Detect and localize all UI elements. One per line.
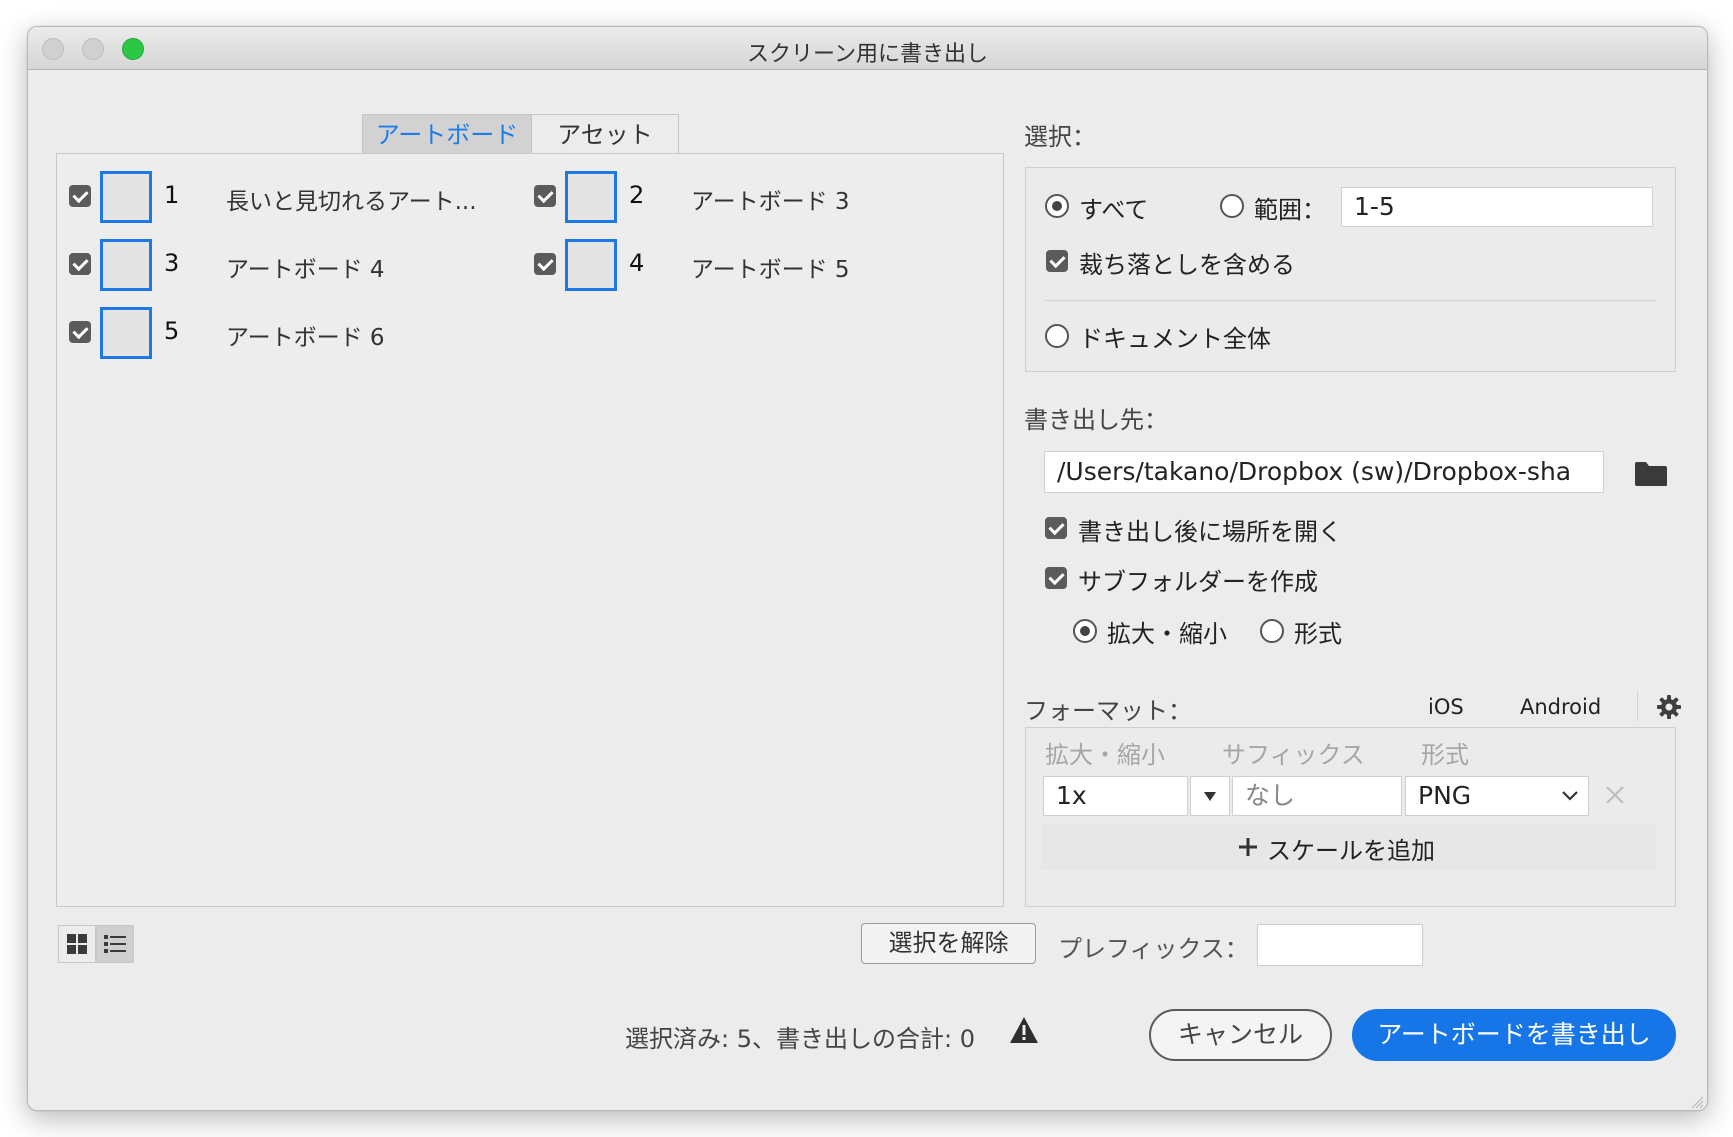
prefix-input[interactable] (1257, 924, 1423, 966)
add-scale-button[interactable]: スケールを追加 (1041, 824, 1656, 870)
range-radio[interactable] (1220, 194, 1244, 218)
list-icon (104, 935, 126, 953)
scale-column-header: 拡大・縮小 (1045, 741, 1165, 769)
list-view-button[interactable] (96, 925, 134, 963)
subfolder-by-scale-label[interactable]: 拡大・縮小 (1107, 614, 1227, 649)
artboard-5-checkbox[interactable] (69, 321, 91, 343)
artboard-1-thumbnail[interactable] (100, 171, 152, 223)
open-after-export-checkbox[interactable] (1045, 517, 1067, 539)
export-to-label: 書き出し先： (1024, 406, 1168, 434)
export-summary-text: 選択済み: 5、書き出しの合計: 0 (625, 1025, 975, 1053)
artboard-5-name[interactable]: アートボード 6 (226, 318, 385, 352)
chevron-down-icon (1562, 791, 1578, 801)
artboard-3-name[interactable]: アートボード 4 (226, 250, 385, 284)
range-input[interactable]: 1-5 (1341, 187, 1653, 227)
grid-icon (67, 934, 87, 954)
artboard-1-name[interactable]: 長いと見切れるアート... (226, 182, 477, 216)
artboard-2-thumbnail[interactable] (565, 171, 617, 223)
select-divider (1045, 300, 1656, 301)
plus-icon (1239, 838, 1257, 856)
ios-preset-button[interactable]: iOS (1428, 695, 1464, 719)
whole-document-radio[interactable] (1045, 324, 1069, 348)
triangle-down-icon (1204, 792, 1216, 801)
select-options-box: すべて 範囲： 1-5 裁ち落としを含める ドキュメント全体 (1025, 167, 1676, 372)
resize-grip-icon[interactable] (1688, 1093, 1704, 1109)
gear-icon[interactable] (1656, 694, 1682, 720)
formats-label: フォーマット： (1024, 697, 1192, 725)
select-section-label: 選択： (1024, 123, 1096, 151)
deselect-button[interactable]: 選択を解除 (861, 923, 1036, 964)
export-path-input[interactable]: /Users/takano/Dropbox (sw)/Dropbox-sha (1044, 451, 1604, 493)
tab-artboards[interactable]: アートボード (362, 114, 532, 154)
folder-icon[interactable] (1634, 461, 1668, 487)
artboard-3-thumbnail[interactable] (100, 239, 152, 291)
window-title: スクリーン用に書き出し (747, 42, 988, 67)
add-scale-label: スケールを追加 (1267, 837, 1435, 865)
artboard-4-number: 4 (629, 249, 645, 277)
title-bar: スクリーン用に書き出し (28, 27, 1707, 70)
subfolder-by-format-label[interactable]: 形式 (1294, 614, 1342, 649)
scale-dropdown-button[interactable] (1190, 776, 1230, 816)
prefix-label: プレフィックス： (1058, 935, 1249, 963)
subfolder-by-scale-radio[interactable] (1073, 619, 1097, 643)
subfolder-by-format-radio[interactable] (1260, 619, 1284, 643)
remove-scale-icon[interactable] (1604, 784, 1626, 806)
suffix-column-header: サフィックス (1222, 741, 1365, 769)
artboard-2-name[interactable]: アートボード 3 (691, 182, 850, 216)
all-radio[interactable] (1045, 194, 1069, 218)
grid-view-button[interactable] (58, 925, 96, 963)
artboard-2-checkbox[interactable] (534, 185, 556, 207)
android-preset-button[interactable]: Android (1520, 695, 1601, 719)
tab-assets[interactable]: アセット (532, 114, 679, 154)
suffix-input[interactable]: なし (1232, 776, 1402, 816)
artboard-4-name[interactable]: アートボード 5 (691, 250, 850, 284)
artboard-3-number: 3 (164, 249, 180, 277)
artboard-5-number: 5 (164, 317, 180, 345)
artboard-2-number: 2 (629, 181, 645, 209)
warning-icon (1010, 1017, 1038, 1043)
format-select-value: PNG (1418, 781, 1472, 810)
create-subfolders-checkbox[interactable] (1045, 567, 1067, 589)
artboard-1-number: 1 (164, 181, 180, 209)
artboard-5-thumbnail[interactable] (100, 307, 152, 359)
export-artboards-button[interactable]: アートボードを書き出し (1352, 1009, 1676, 1061)
format-column-header: 形式 (1421, 741, 1469, 769)
artboard-list-panel: 1 長いと見切れるアート... 2 アートボード 3 3 アートボード 4 4 … (56, 153, 1004, 907)
artboard-4-checkbox[interactable] (534, 253, 556, 275)
formats-header-divider (1637, 691, 1638, 721)
open-after-export-label[interactable]: 書き出し後に場所を開く (1078, 512, 1342, 547)
artboard-1-checkbox[interactable] (69, 185, 91, 207)
include-bleed-checkbox[interactable] (1046, 250, 1068, 272)
artboard-3-checkbox[interactable] (69, 253, 91, 275)
range-radio-label[interactable]: 範囲： (1254, 190, 1326, 225)
whole-document-label[interactable]: ドキュメント全体 (1079, 319, 1271, 354)
cancel-button[interactable]: キャンセル (1149, 1009, 1332, 1061)
scale-input[interactable]: 1x (1043, 776, 1188, 816)
all-radio-label[interactable]: すべて (1079, 190, 1148, 225)
formats-table: 拡大・縮小 サフィックス 形式 1x なし PNG スケールを追加 (1025, 727, 1676, 907)
create-subfolders-label[interactable]: サブフォルダーを作成 (1078, 562, 1318, 597)
include-bleed-label[interactable]: 裁ち落としを含める (1079, 245, 1295, 280)
format-select[interactable]: PNG (1405, 776, 1589, 816)
artboard-4-thumbnail[interactable] (565, 239, 617, 291)
export-for-screens-dialog: スクリーン用に書き出し アートボード アセット 1 長いと見切れるアート... … (27, 26, 1708, 1111)
